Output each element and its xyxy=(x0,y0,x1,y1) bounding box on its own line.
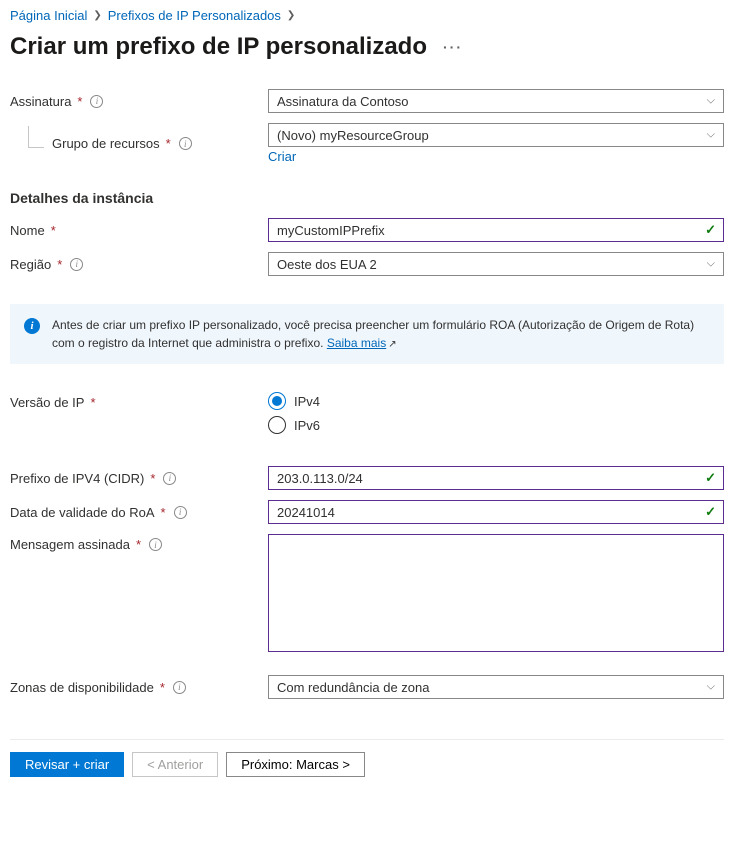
wizard-footer: Revisar + criar < Anterior Próximo: Marc… xyxy=(10,739,724,777)
more-actions-icon[interactable]: ··· xyxy=(443,39,463,55)
create-new-link[interactable]: Criar xyxy=(268,149,296,164)
availability-zones-select[interactable]: Com redundância de zona ⌵ xyxy=(268,675,724,699)
chevron-down-icon: ⌵ xyxy=(707,95,715,108)
breadcrumb-prefixes[interactable]: Prefixos de IP Personalizados xyxy=(108,8,281,23)
chevron-right-icon: ❯ xyxy=(93,10,101,21)
info-banner: i Antes de criar um prefixo IP personali… xyxy=(10,304,724,364)
radio-ipv6[interactable]: IPv6 xyxy=(268,416,724,434)
label-ip-version: Versão de IP* xyxy=(10,392,268,410)
page-title: Criar um prefixo de IP personalizado ··· xyxy=(10,33,724,61)
roa-expiry-input[interactable] xyxy=(268,500,724,524)
info-icon[interactable]: i xyxy=(174,506,187,519)
name-input[interactable] xyxy=(268,218,724,242)
label-resource-group: Grupo de recursos* i xyxy=(10,136,268,151)
info-badge-icon: i xyxy=(24,318,40,334)
checkmark-icon: ✓ xyxy=(705,222,716,238)
chevron-down-icon: ⌵ xyxy=(707,258,715,271)
learn-more-link[interactable]: Saiba mais xyxy=(327,336,386,350)
radio-icon xyxy=(268,392,286,410)
signed-message-textarea[interactable] xyxy=(268,534,724,652)
subscription-select[interactable]: Assinatura da Contoso ⌵ xyxy=(268,89,724,113)
resource-group-select[interactable]: (Novo) myResourceGroup ⌵ xyxy=(268,123,724,147)
chevron-down-icon: ⌵ xyxy=(707,129,715,142)
label-subscription: Assinatura* i xyxy=(10,94,268,109)
next-button[interactable]: Próximo: Marcas > xyxy=(226,752,365,777)
chevron-right-icon: ❯ xyxy=(287,10,295,21)
label-roa-expiry: Data de validade do RoA* i xyxy=(10,505,268,520)
cidr-input[interactable] xyxy=(268,466,724,490)
section-instance-details: Detalhes da instância xyxy=(10,190,724,206)
label-region: Região* i xyxy=(10,257,268,272)
label-signed-message: Mensagem assinada* i xyxy=(10,534,268,552)
previous-button: < Anterior xyxy=(132,752,218,777)
checkmark-icon: ✓ xyxy=(705,504,716,520)
review-create-button[interactable]: Revisar + criar xyxy=(10,752,124,777)
checkmark-icon: ✓ xyxy=(705,470,716,486)
tree-connector xyxy=(28,126,44,148)
info-icon[interactable]: i xyxy=(173,681,186,694)
info-icon[interactable]: i xyxy=(149,538,162,551)
breadcrumb: Página Inicial ❯ Prefixos de IP Personal… xyxy=(10,8,724,27)
info-icon[interactable]: i xyxy=(90,95,103,108)
label-name: Nome* xyxy=(10,223,268,238)
label-availability-zones: Zonas de disponibilidade* i xyxy=(10,680,268,695)
info-icon[interactable]: i xyxy=(179,137,192,150)
chevron-down-icon: ⌵ xyxy=(707,681,715,694)
region-select[interactable]: Oeste dos EUA 2 ⌵ xyxy=(268,252,724,276)
info-icon[interactable]: i xyxy=(163,472,176,485)
external-link-icon: ↗ xyxy=(388,337,396,352)
info-icon[interactable]: i xyxy=(70,258,83,271)
radio-ipv4[interactable]: IPv4 xyxy=(268,392,724,410)
radio-icon xyxy=(268,416,286,434)
label-cidr: Prefixo de IPV4 (CIDR)* i xyxy=(10,471,268,486)
breadcrumb-home[interactable]: Página Inicial xyxy=(10,8,87,23)
